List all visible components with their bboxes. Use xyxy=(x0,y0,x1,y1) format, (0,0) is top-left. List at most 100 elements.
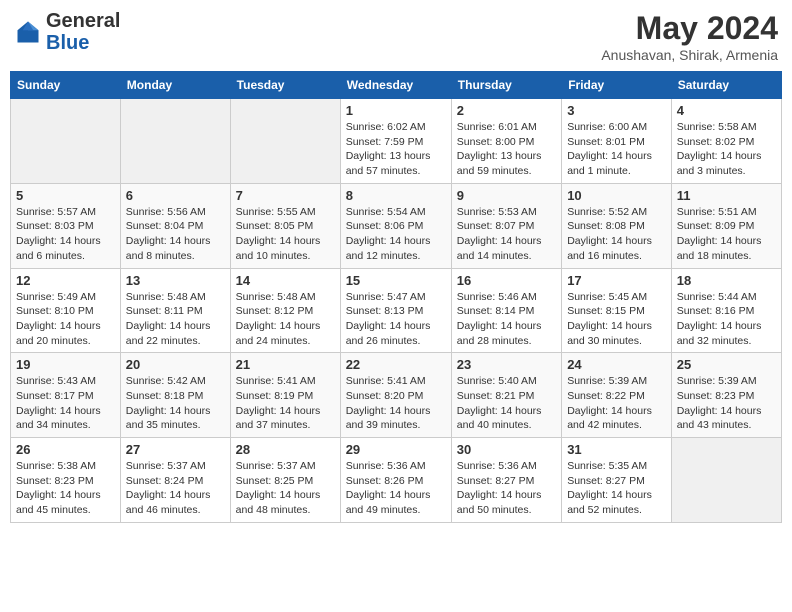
day-number: 2 xyxy=(457,103,556,118)
calendar-cell: 10Sunrise: 5:52 AMSunset: 8:08 PMDayligh… xyxy=(562,183,672,268)
calendar-cell: 12 Sunrise: 5:49 AMSunset: 8:10 PMDayligh… xyxy=(11,268,121,353)
cell-info: Sunrise: 5:43 AMSunset: 8:17 PMDaylight:… xyxy=(16,374,115,433)
cell-info: Sunrise: 5:55 AMSunset: 8:05 PMDaylight:… xyxy=(236,205,335,264)
cell-info: Sunrise: 5:49 AMSunset: 8:10 PMDaylight:… xyxy=(16,290,115,349)
cell-info: Sunrise: 5:57 AMSunset: 8:03 PMDaylight:… xyxy=(16,205,115,264)
calendar-cell: 27 Sunrise: 5:37 AMSunset: 8:24 PMDayligh… xyxy=(120,438,230,523)
day-number: 26 xyxy=(16,442,115,457)
cell-info: Sunrise: 6:01 AMSunset: 8:00 PMDaylight:… xyxy=(457,120,556,179)
calendar-body: 1Sunrise: 6:02 AMSunset: 7:59 PMDaylight… xyxy=(11,99,782,523)
weekday-header-tuesday: Tuesday xyxy=(230,72,340,99)
calendar-week-4: 19Sunrise: 5:43 AMSunset: 8:17 PMDayligh… xyxy=(11,353,782,438)
cell-info: Sunrise: 5:47 AMSunset: 8:13 PMDaylight:… xyxy=(346,290,446,349)
weekday-header-friday: Friday xyxy=(562,72,672,99)
calendar-cell: 19Sunrise: 5:43 AMSunset: 8:17 PMDayligh… xyxy=(11,353,121,438)
day-number: 31 xyxy=(567,442,666,457)
calendar-cell xyxy=(230,99,340,184)
day-number: 17 xyxy=(567,273,666,288)
calendar-cell: 3 Sunrise: 6:00 AMSunset: 8:01 PMDaylight… xyxy=(562,99,672,184)
day-number: 11 xyxy=(677,188,776,203)
day-number: 20 xyxy=(126,357,225,372)
day-number: 18 xyxy=(677,273,776,288)
calendar-cell: 8 Sunrise: 5:54 AMSunset: 8:06 PMDaylight… xyxy=(340,183,451,268)
cell-info: Sunrise: 5:48 AMSunset: 8:12 PMDaylight:… xyxy=(236,290,335,349)
calendar-cell: 24 Sunrise: 5:39 AMSunset: 8:22 PMDayligh… xyxy=(562,353,672,438)
day-number: 25 xyxy=(677,357,776,372)
logo-blue-text: Blue xyxy=(46,32,89,54)
calendar-cell: 6 Sunrise: 5:56 AMSunset: 8:04 PMDaylight… xyxy=(120,183,230,268)
day-number: 24 xyxy=(567,357,666,372)
day-number: 30 xyxy=(457,442,556,457)
calendar-cell: 18 Sunrise: 5:44 AMSunset: 8:16 PMDayligh… xyxy=(671,268,781,353)
day-number: 15 xyxy=(346,273,446,288)
day-number: 23 xyxy=(457,357,556,372)
day-number: 29 xyxy=(346,442,446,457)
calendar-cell: 16 Sunrise: 5:46 AMSunset: 8:14 PMDayligh… xyxy=(451,268,561,353)
day-number: 9 xyxy=(457,188,556,203)
day-number: 16 xyxy=(457,273,556,288)
day-number: 4 xyxy=(677,103,776,118)
cell-info: Sunrise: 5:42 AMSunset: 8:18 PMDaylight:… xyxy=(126,374,225,433)
cell-info: Sunrise: 5:58 AMSunset: 8:02 PMDaylight:… xyxy=(677,120,776,179)
calendar-cell: 25 Sunrise: 5:39 AMSunset: 8:23 PMDayligh… xyxy=(671,353,781,438)
calendar-cell: 13 Sunrise: 5:48 AMSunset: 8:11 PMDayligh… xyxy=(120,268,230,353)
calendar-week-5: 26 Sunrise: 5:38 AMSunset: 8:23 PMDayligh… xyxy=(11,438,782,523)
calendar-cell: 2 Sunrise: 6:01 AMSunset: 8:00 PMDaylight… xyxy=(451,99,561,184)
weekday-header-wednesday: Wednesday xyxy=(340,72,451,99)
cell-info: Sunrise: 5:37 AMSunset: 8:24 PMDaylight:… xyxy=(126,459,225,518)
logo-icon xyxy=(14,18,42,46)
day-number: 8 xyxy=(346,188,446,203)
cell-info: Sunrise: 5:39 AMSunset: 8:22 PMDaylight:… xyxy=(567,374,666,433)
day-number: 21 xyxy=(236,357,335,372)
cell-info: Sunrise: 5:40 AMSunset: 8:21 PMDaylight:… xyxy=(457,374,556,433)
calendar-cell: 14 Sunrise: 5:48 AMSunset: 8:12 PMDayligh… xyxy=(230,268,340,353)
cell-info: Sunrise: 5:41 AMSunset: 8:19 PMDaylight:… xyxy=(236,374,335,433)
weekday-header-saturday: Saturday xyxy=(671,72,781,99)
cell-info: Sunrise: 5:38 AMSunset: 8:23 PMDaylight:… xyxy=(16,459,115,518)
day-number: 13 xyxy=(126,273,225,288)
cell-info: Sunrise: 6:00 AMSunset: 8:01 PMDaylight:… xyxy=(567,120,666,179)
day-number: 5 xyxy=(16,188,115,203)
calendar-week-2: 5 Sunrise: 5:57 AMSunset: 8:03 PMDaylight… xyxy=(11,183,782,268)
day-number: 10 xyxy=(567,188,666,203)
cell-info: Sunrise: 5:44 AMSunset: 8:16 PMDaylight:… xyxy=(677,290,776,349)
day-number: 6 xyxy=(126,188,225,203)
calendar-cell: 20 Sunrise: 5:42 AMSunset: 8:18 PMDayligh… xyxy=(120,353,230,438)
calendar-cell: 21 Sunrise: 5:41 AMSunset: 8:19 PMDayligh… xyxy=(230,353,340,438)
cell-info: Sunrise: 5:37 AMSunset: 8:25 PMDaylight:… xyxy=(236,459,335,518)
calendar-cell: 23 Sunrise: 5:40 AMSunset: 8:21 PMDayligh… xyxy=(451,353,561,438)
cell-info: Sunrise: 5:36 AMSunset: 8:27 PMDaylight:… xyxy=(457,459,556,518)
calendar-cell: 17Sunrise: 5:45 AMSunset: 8:15 PMDayligh… xyxy=(562,268,672,353)
location: Anushavan, Shirak, Armenia xyxy=(601,47,778,63)
calendar-cell: 28Sunrise: 5:37 AMSunset: 8:25 PMDayligh… xyxy=(230,438,340,523)
calendar-table: SundayMondayTuesdayWednesdayThursdayFrid… xyxy=(10,71,782,523)
day-number: 12 xyxy=(16,273,115,288)
cell-info: Sunrise: 5:41 AMSunset: 8:20 PMDaylight:… xyxy=(346,374,446,433)
calendar-cell: 1Sunrise: 6:02 AMSunset: 7:59 PMDaylight… xyxy=(340,99,451,184)
calendar-cell xyxy=(671,438,781,523)
calendar-cell: 26 Sunrise: 5:38 AMSunset: 8:23 PMDayligh… xyxy=(11,438,121,523)
day-number: 7 xyxy=(236,188,335,203)
cell-info: Sunrise: 5:56 AMSunset: 8:04 PMDaylight:… xyxy=(126,205,225,264)
calendar-cell: 4 Sunrise: 5:58 AMSunset: 8:02 PMDaylight… xyxy=(671,99,781,184)
month-title: May 2024 xyxy=(601,10,778,47)
calendar-cell xyxy=(120,99,230,184)
cell-info: Sunrise: 5:53 AMSunset: 8:07 PMDaylight:… xyxy=(457,205,556,264)
cell-info: Sunrise: 5:48 AMSunset: 8:11 PMDaylight:… xyxy=(126,290,225,349)
cell-info: Sunrise: 5:46 AMSunset: 8:14 PMDaylight:… xyxy=(457,290,556,349)
cell-info: Sunrise: 5:36 AMSunset: 8:26 PMDaylight:… xyxy=(346,459,446,518)
calendar-cell: 31Sunrise: 5:35 AMSunset: 8:27 PMDayligh… xyxy=(562,438,672,523)
calendar-cell: 7 Sunrise: 5:55 AMSunset: 8:05 PMDaylight… xyxy=(230,183,340,268)
day-number: 14 xyxy=(236,273,335,288)
weekday-header-thursday: Thursday xyxy=(451,72,561,99)
calendar-cell: 22Sunrise: 5:41 AMSunset: 8:20 PMDayligh… xyxy=(340,353,451,438)
cell-info: Sunrise: 5:39 AMSunset: 8:23 PMDaylight:… xyxy=(677,374,776,433)
calendar-cell xyxy=(11,99,121,184)
title-block: May 2024 Anushavan, Shirak, Armenia xyxy=(601,10,778,63)
day-number: 3 xyxy=(567,103,666,118)
calendar-cell: 11Sunrise: 5:51 AMSunset: 8:09 PMDayligh… xyxy=(671,183,781,268)
cell-info: Sunrise: 6:02 AMSunset: 7:59 PMDaylight:… xyxy=(346,120,446,179)
calendar-week-1: 1Sunrise: 6:02 AMSunset: 7:59 PMDaylight… xyxy=(11,99,782,184)
day-number: 27 xyxy=(126,442,225,457)
cell-info: Sunrise: 5:54 AMSunset: 8:06 PMDaylight:… xyxy=(346,205,446,264)
